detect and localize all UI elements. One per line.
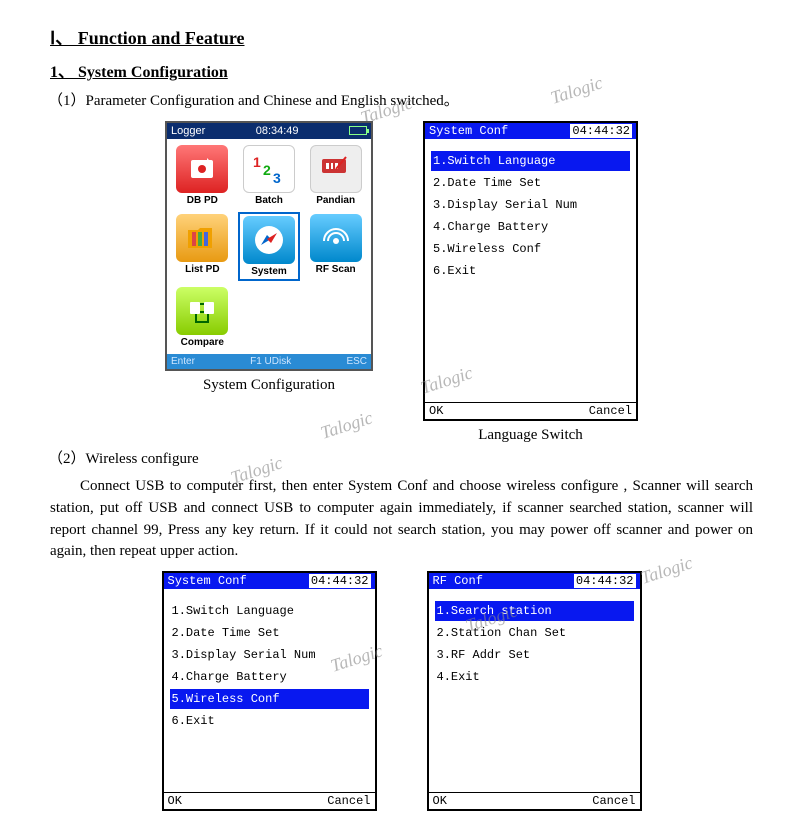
menu-item-serial-num[interactable]: 3.Display Serial Num [431, 195, 630, 215]
home-item-label: DB PD [187, 195, 218, 206]
home-item-label: System [251, 266, 287, 277]
cancel-button[interactable]: Cancel [592, 794, 635, 808]
menu-item-station-chan-set[interactable]: 2.Station Chan Set [435, 623, 634, 643]
home-screen: Logger 08:34:49 DB PD 123 Batch [165, 121, 373, 371]
svg-text:2: 2 [263, 162, 271, 178]
home-status-bar: Logger 08:34:49 [167, 123, 371, 139]
home-foot-f1[interactable]: F1 UDisk [250, 356, 291, 367]
sysconf2-time: 04:44:32 [309, 574, 371, 588]
menu-item-switch-language[interactable]: 1.Switch Language [170, 601, 369, 621]
battery-icon [349, 126, 367, 135]
home-item-compare[interactable]: Compare [171, 285, 234, 350]
sysconf-title-bar: System Conf 04:44:32 [425, 123, 636, 139]
dbpd-icon [176, 145, 228, 193]
home-item-batch[interactable]: 123 Batch [238, 143, 301, 208]
svg-text:1: 1 [253, 154, 261, 170]
ok-button[interactable]: OK [168, 794, 182, 808]
section-heading: 1、 System Configuration [50, 58, 753, 82]
rfconf-menu: 1.Search station 2.Station Chan Set 3.RF… [429, 589, 640, 792]
menu-item-date-time[interactable]: 2.Date Time Set [170, 623, 369, 643]
sysconf2-title: System Conf [168, 574, 247, 588]
sysconf-figure: System Conf 04:44:32 1.Switch Language 2… [423, 121, 638, 444]
menu-item-search-station[interactable]: 1.Search station [435, 601, 634, 621]
rfconf-screen: RF Conf 04:44:32 1.Search station 2.Stat… [427, 571, 642, 811]
sysconf-footer: OK Cancel [425, 402, 636, 419]
sysconf-title: System Conf [429, 124, 508, 138]
cancel-button[interactable]: Cancel [327, 794, 370, 808]
section-body-2: Connect USB to computer first, then ente… [50, 476, 753, 563]
figure-row-1: Logger 08:34:49 DB PD 123 Batch [40, 121, 763, 444]
svg-text:3: 3 [273, 170, 281, 186]
menu-item-charge-battery[interactable]: 4.Charge Battery [170, 667, 369, 687]
menu-item-charge-battery[interactable]: 4.Charge Battery [431, 217, 630, 237]
sysconf2-screen: System Conf 04:44:32 1.Switch Language 2… [162, 571, 377, 811]
rfconf-footer: OK Cancel [429, 792, 640, 809]
home-item-label: Pandian [316, 195, 355, 206]
home-caption: System Configuration [165, 377, 373, 394]
menu-item-rf-addr-set[interactable]: 3.RF Addr Set [435, 645, 634, 665]
cancel-button[interactable]: Cancel [589, 404, 632, 418]
compare-icon [176, 287, 228, 335]
home-item-label: RF Scan [316, 264, 356, 275]
pandian-icon [310, 145, 362, 193]
rfconf-title: RF Conf [433, 574, 483, 588]
menu-item-exit[interactable]: 6.Exit [431, 261, 630, 281]
home-item-system[interactable]: System [238, 212, 301, 281]
system-icon [243, 216, 295, 264]
home-item-rfscan[interactable]: RF Scan [304, 212, 367, 281]
menu-item-wireless-conf[interactable]: 5.Wireless Conf [431, 239, 630, 259]
ok-button[interactable]: OK [429, 404, 443, 418]
ok-button[interactable]: OK [433, 794, 447, 808]
home-item-listpd[interactable]: List PD [171, 212, 234, 281]
sysconf-menu: 1.Switch Language 2.Date Time Set 3.Disp… [425, 139, 636, 402]
sysconf2-title-bar: System Conf 04:44:32 [164, 573, 375, 589]
home-foot-enter[interactable]: Enter [171, 356, 195, 367]
sysconf-caption: Language Switch [423, 427, 638, 444]
menu-item-serial-num[interactable]: 3.Display Serial Num [170, 645, 369, 665]
menu-item-wireless-conf[interactable]: 5.Wireless Conf [170, 689, 369, 709]
home-screen-figure: Logger 08:34:49 DB PD 123 Batch [165, 121, 373, 394]
sysconf2-menu: 1.Switch Language 2.Date Time Set 3.Disp… [164, 589, 375, 792]
batch-icon: 123 [243, 145, 295, 193]
home-item-dbpd[interactable]: DB PD [171, 143, 234, 208]
page-title: Ⅰ、 Function and Feature [50, 24, 753, 50]
home-time: 08:34:49 [256, 125, 299, 137]
menu-item-switch-language[interactable]: 1.Switch Language [431, 151, 630, 171]
sysconf2-footer: OK Cancel [164, 792, 375, 809]
menu-item-exit[interactable]: 4.Exit [435, 667, 634, 687]
home-foot-esc[interactable]: ESC [346, 356, 367, 367]
home-footer: Enter F1 UDisk ESC [167, 354, 371, 369]
listpd-icon [176, 214, 228, 262]
home-item-label: Compare [181, 337, 224, 348]
rfconf-time: 04:44:32 [574, 574, 636, 588]
home-item-label: List PD [185, 264, 219, 275]
home-grid: DB PD 123 Batch Pandian [167, 139, 371, 354]
figure-row-2: System Conf 04:44:32 1.Switch Language 2… [40, 571, 763, 811]
home-item-pandian[interactable]: Pandian [304, 143, 367, 208]
menu-item-exit[interactable]: 6.Exit [170, 711, 369, 731]
sysconf-screen: System Conf 04:44:32 1.Switch Language 2… [423, 121, 638, 421]
home-logger-label: Logger [171, 125, 205, 137]
rfconf-title-bar: RF Conf 04:44:32 [429, 573, 640, 589]
section-item-1: （1）Parameter Configuration and Chinese a… [48, 90, 755, 113]
rfscan-icon [310, 214, 362, 262]
section-item-2: （2）Wireless configure [48, 448, 755, 471]
menu-item-date-time[interactable]: 2.Date Time Set [431, 173, 630, 193]
home-item-label: Batch [255, 195, 283, 206]
sysconf-time: 04:44:32 [570, 124, 632, 138]
